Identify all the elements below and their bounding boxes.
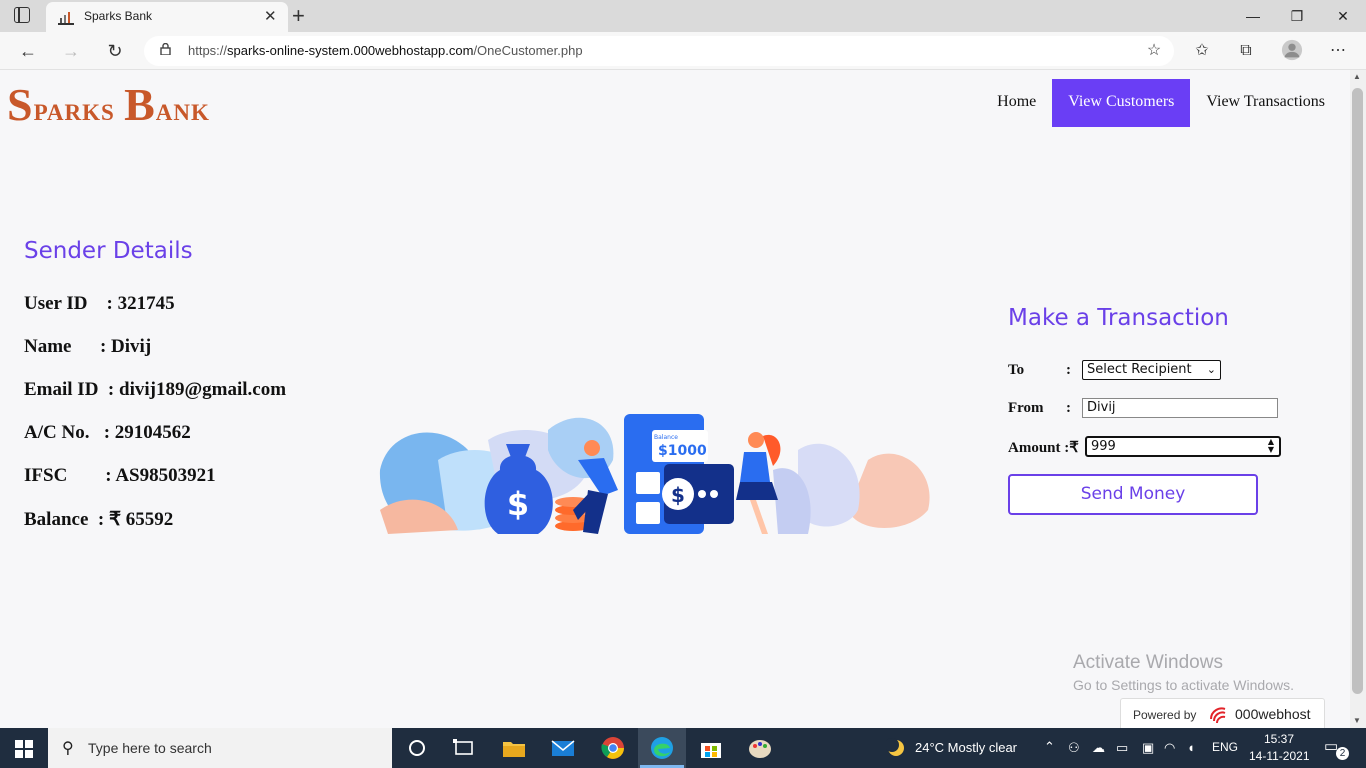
cloud-icon[interactable]: ☁ <box>1092 740 1105 756</box>
add-favorite-icon[interactable]: ☆ <box>1142 40 1166 62</box>
activate-windows-title: Activate Windows <box>1073 652 1223 673</box>
taskbar-search[interactable]: ⚲ Type here to search <box>48 728 392 768</box>
detail-email: Email ID : divij189@gmail.com <box>24 379 287 400</box>
browser-toolbar: ← → ↻ https://sparks-online-system.000we… <box>0 32 1366 70</box>
url-text: https://sparks-online-system.000webhosta… <box>188 43 583 58</box>
volume-icon[interactable]: ◖ <box>1187 740 1195 755</box>
amount-value: 999 <box>1091 439 1116 454</box>
site-logo[interactable]: Sparks Bank <box>7 78 210 131</box>
from-colon: : <box>1066 400 1071 416</box>
nav-home[interactable]: Home <box>981 79 1052 127</box>
from-field[interactable]: Divij <box>1082 398 1278 418</box>
scrollbar-thumb[interactable] <box>1352 88 1363 694</box>
svg-text:$1000: $1000 <box>658 443 707 459</box>
detail-name: Name : Divij <box>24 336 152 357</box>
weather-text[interactable]: 24°C Mostly clear <box>915 740 1017 755</box>
search-icon: ⚲ <box>62 740 74 757</box>
clock-date[interactable]: 14-11-2021 <box>1249 749 1310 763</box>
clock-time[interactable]: 15:37 <box>1264 732 1294 746</box>
chevron-up-icon[interactable]: ⌃ <box>1044 739 1055 755</box>
sender-details-heading: Sender Details <box>24 238 193 264</box>
windows-taskbar: ⚲ Type here to search 24°C Mostly clear … <box>0 728 1366 768</box>
back-arrow-icon[interactable]: ← <box>13 36 43 66</box>
spinner-icon[interactable]: ▲ ▼ <box>1268 438 1274 454</box>
activate-windows-subtitle: Go to Settings to activate Windows. <box>1073 677 1294 693</box>
browser-tab-bar: Sparks Bank ✕ + — ❐ ✕ <box>0 0 1366 32</box>
refresh-icon[interactable]: ↻ <box>100 36 130 66</box>
paint-icon[interactable] <box>746 734 774 762</box>
web-page: Sparks Bank Home View Customers View Tra… <box>0 70 1350 730</box>
new-tab-button[interactable]: + <box>292 3 305 29</box>
tab-actions-icon[interactable] <box>14 7 30 23</box>
powered-by-badge[interactable]: Powered by 000webhost <box>1120 698 1325 730</box>
close-window-button[interactable]: ✕ <box>1320 4 1366 28</box>
task-view-icon[interactable] <box>450 734 478 762</box>
svg-text:$: $ <box>507 485 529 523</box>
restore-button[interactable]: ❐ <box>1274 4 1320 28</box>
chrome-icon[interactable] <box>599 734 627 762</box>
detail-account-number: A/C No. : 29104562 <box>24 422 191 443</box>
nav-view-transactions[interactable]: View Transactions <box>1190 79 1341 127</box>
profile-avatar-icon[interactable] <box>1280 39 1304 61</box>
tab-title: Sparks Bank <box>84 9 153 23</box>
forward-arrow-icon[interactable]: → <box>56 36 86 66</box>
money-transfer-illustration: $ Balance $1000 $ <box>379 414 930 534</box>
file-explorer-icon[interactable] <box>500 734 528 762</box>
windows-start-icon[interactable] <box>15 740 33 758</box>
svg-text:Balance: Balance <box>654 434 678 441</box>
transaction-heading: Make a Transaction <box>1008 305 1229 331</box>
detail-balance: Balance : ₹ 65592 <box>24 509 174 530</box>
more-menu-icon[interactable]: ⋯ <box>1326 40 1350 62</box>
weather-moon-icon[interactable] <box>886 738 906 758</box>
detail-ifsc: IFSC : AS98503921 <box>24 465 216 486</box>
nav-view-customers[interactable]: View Customers <box>1052 79 1191 127</box>
language-indicator[interactable]: ENG <box>1212 740 1238 754</box>
mail-icon[interactable] <box>549 734 577 762</box>
lock-icon <box>160 43 171 55</box>
favicon-icon <box>58 12 74 25</box>
recipient-select-value: Select Recipient <box>1087 362 1192 377</box>
display-icon[interactable]: ▣ <box>1142 740 1154 756</box>
minimize-button[interactable]: — <box>1230 4 1276 28</box>
notification-count-badge: 2 <box>1336 747 1349 760</box>
battery-icon[interactable]: ▭ <box>1116 740 1128 756</box>
recipient-select[interactable]: Select Recipient ⌄ <box>1082 360 1221 380</box>
store-icon[interactable] <box>697 734 725 762</box>
webhost-brand: 000webhost <box>1235 706 1311 722</box>
to-label: To <box>1008 362 1025 378</box>
tab-close-icon[interactable]: ✕ <box>264 7 277 25</box>
people-icon[interactable]: ⚇ <box>1068 740 1080 756</box>
amount-field[interactable]: 999 ▲ ▼ <box>1085 436 1281 457</box>
from-label: From <box>1008 400 1044 416</box>
favorites-icon[interactable]: ✩ <box>1190 40 1214 62</box>
chevron-down-icon: ⌄ <box>1206 363 1216 376</box>
main-nav: Home View Customers View Transactions <box>981 79 1341 127</box>
address-bar[interactable]: https://sparks-online-system.000webhosta… <box>144 36 1174 66</box>
svg-text:$: $ <box>671 483 685 507</box>
browser-tab[interactable]: Sparks Bank ✕ <box>46 2 288 32</box>
detail-user-id: User ID : 321745 <box>24 293 175 314</box>
collections-icon[interactable]: ⧉ <box>1234 40 1258 62</box>
wifi-icon[interactable]: ◠ <box>1164 740 1175 756</box>
cortana-icon[interactable] <box>403 734 431 762</box>
send-money-button[interactable]: Send Money <box>1008 474 1258 515</box>
scroll-down-icon[interactable]: ▼ <box>1353 716 1361 725</box>
webhost-logo-icon <box>1210 707 1226 724</box>
amount-label: Amount :₹ <box>1008 440 1079 456</box>
powered-by-text: Powered by <box>1133 708 1197 722</box>
scroll-up-icon[interactable]: ▲ <box>1353 72 1361 81</box>
search-placeholder: Type here to search <box>88 740 212 756</box>
to-colon: : <box>1066 362 1071 378</box>
edge-icon[interactable] <box>648 734 676 762</box>
